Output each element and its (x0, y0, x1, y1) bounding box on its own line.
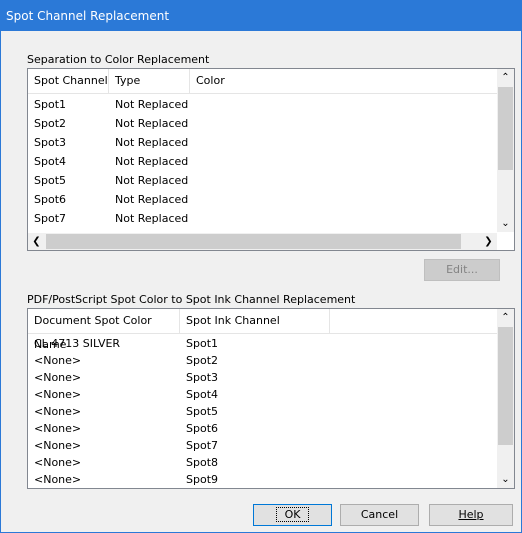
title-bar[interactable]: Spot Channel Replacement (1, 1, 521, 31)
scroll-left-icon[interactable]: ❮ (28, 233, 45, 250)
window-title: Spot Channel Replacement (6, 9, 170, 23)
pdf-row[interactable]: <None> Spot7 (28, 437, 514, 454)
pdf-row[interactable]: <None> Spot2 (28, 352, 514, 369)
ok-button[interactable]: OK (253, 504, 332, 526)
pdf-row[interactable]: <None> Spot9 (28, 471, 514, 488)
pdf-vertical-scrollbar[interactable]: ⌃ ⌄ (497, 309, 514, 488)
document-spot-color-cell: <None> (34, 422, 82, 435)
document-spot-color-cell: <None> (34, 405, 82, 418)
separation-vertical-scrollbar[interactable]: ⌃ ⌄ (497, 69, 514, 232)
separation-row[interactable]: Spot4 Not Replaced (28, 152, 514, 171)
spot-ink-channel-cell: Spot9 (186, 473, 219, 486)
spot-ink-channel-cell: Spot2 (186, 354, 219, 367)
separation-row[interactable]: Spot6 Not Replaced (28, 190, 514, 209)
document-spot-color-cell: CL 4713 SILVER (34, 337, 121, 350)
cancel-button[interactable]: Cancel (340, 504, 419, 526)
separation-row[interactable]: Spot3 Not Replaced (28, 133, 514, 152)
pdf-spot-list-header: Document Spot Color Name Spot Ink Channe… (28, 309, 514, 351)
scroll-down-icon[interactable]: ⌄ (497, 215, 514, 232)
scroll-down-icon[interactable]: ⌄ (497, 471, 514, 488)
pdf-row[interactable]: <None> Spot4 (28, 386, 514, 403)
ok-button-label: OK (275, 507, 310, 522)
type-cell: Not Replaced (115, 136, 189, 149)
scroll-thumb[interactable] (46, 234, 461, 249)
spot-channel-cell: Spot5 (34, 174, 67, 187)
column-header-spot-ink-channel[interactable]: Spot Ink Channel (180, 309, 330, 333)
document-spot-color-cell: <None> (34, 388, 82, 401)
type-cell: Not Replaced (115, 174, 189, 187)
separation-horizontal-scrollbar[interactable]: ❮ ❯ (28, 233, 497, 250)
scroll-up-icon[interactable]: ⌃ (497, 69, 514, 86)
spot-channel-cell: Spot4 (34, 155, 67, 168)
scroll-thumb[interactable] (498, 87, 513, 170)
scroll-up-icon[interactable]: ⌃ (497, 309, 514, 326)
spot-ink-channel-cell: Spot4 (186, 388, 219, 401)
spot-ink-channel-cell: Spot3 (186, 371, 219, 384)
spot-channel-cell: Spot6 (34, 193, 67, 206)
pdf-spot-list[interactable]: Document Spot Color Name Spot Ink Channe… (27, 308, 515, 489)
scroll-right-icon[interactable]: ❯ (480, 233, 497, 250)
pdf-row[interactable]: <None> Spot3 (28, 369, 514, 386)
scroll-thumb[interactable] (498, 327, 513, 445)
type-cell: Not Replaced (115, 98, 189, 111)
separation-row[interactable]: Spot1 Not Replaced (28, 95, 514, 114)
column-header-type[interactable]: Type (109, 69, 190, 93)
column-header-color[interactable]: Color (190, 69, 340, 93)
separation-list[interactable]: Spot Channel Type Color Spot1 Not Replac… (27, 68, 515, 251)
pdf-row[interactable]: CL 4713 SILVER Spot1 (28, 335, 514, 352)
separation-row[interactable]: Spot2 Not Replaced (28, 114, 514, 133)
document-spot-color-cell: <None> (34, 439, 82, 452)
spot-ink-channel-cell: Spot5 (186, 405, 219, 418)
pdf-row[interactable]: <None> Spot6 (28, 420, 514, 437)
spot-ink-channel-cell: Spot8 (186, 456, 219, 469)
column-header-document-spot-color-name[interactable]: Document Spot Color Name (28, 309, 180, 351)
spot-ink-channel-cell: Spot6 (186, 422, 219, 435)
type-cell: Not Replaced (115, 155, 189, 168)
column-header-spot-channel[interactable]: Spot Channel (28, 69, 109, 93)
separation-row[interactable]: Spot7 Not Replaced (28, 209, 514, 228)
separation-list-header: Spot Channel Type Color (28, 69, 514, 94)
pdf-row[interactable]: <None> Spot8 (28, 454, 514, 471)
separation-section-label: Separation to Color Replacement (27, 53, 210, 66)
document-spot-color-cell: <None> (34, 456, 82, 469)
help-button[interactable]: Help (429, 504, 513, 526)
dialog-window: Spot Channel Replacement Separation to C… (0, 0, 522, 533)
spot-channel-cell: Spot3 (34, 136, 67, 149)
type-cell: Not Replaced (115, 193, 189, 206)
separation-row[interactable]: Spot5 Not Replaced (28, 171, 514, 190)
document-spot-color-cell: <None> (34, 371, 82, 384)
type-cell: Not Replaced (115, 117, 189, 130)
document-spot-color-cell: <None> (34, 354, 82, 367)
pdf-section-label: PDF/PostScript Spot Color to Spot Ink Ch… (27, 293, 356, 306)
spot-ink-channel-cell: Spot1 (186, 337, 219, 350)
edit-button[interactable]: Edit... (424, 259, 500, 281)
type-cell: Not Replaced (115, 212, 189, 225)
spot-channel-cell: Spot7 (34, 212, 67, 225)
help-button-label: Help (458, 508, 484, 521)
spot-channel-cell: Spot1 (34, 98, 67, 111)
spot-ink-channel-cell: Spot7 (186, 439, 219, 452)
spot-channel-cell: Spot2 (34, 117, 67, 130)
document-spot-color-cell: <None> (34, 473, 82, 486)
pdf-row[interactable]: <None> Spot5 (28, 403, 514, 420)
